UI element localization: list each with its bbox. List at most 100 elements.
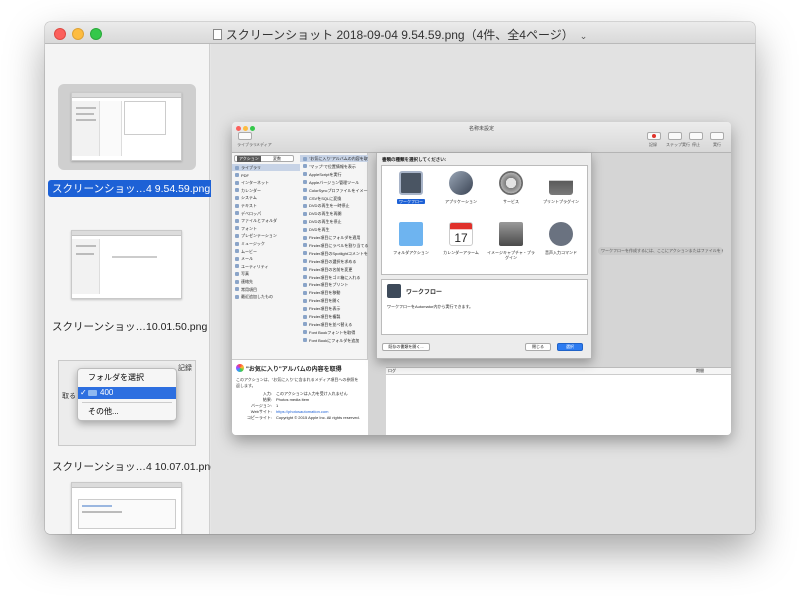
library-item: カレンダー [232,187,300,194]
action-item-label: Finder項目を表示 [309,306,341,312]
library-item-label: 常用項目 [241,286,257,292]
action-icon [303,227,307,232]
thumbnail-label-text: スクリーンショッ…4 10.07.01.png [52,461,217,473]
checkmark-icon: ✓ [80,388,87,397]
action-icon [303,219,307,224]
action-item-label: Finder項目を並べ替える [309,321,353,327]
tile-application: アプリケーション [436,168,486,218]
copyright-key: コピーライト: [246,415,272,420]
menu-item-400[interactable]: ✓ 400 [78,387,176,399]
title-bar[interactable]: スクリーンショット 2018-09-04 9.54.59.png（4件、全4ペー… [45,22,755,44]
category-icon [235,241,239,246]
library-item-label: PDF [241,172,249,178]
action-item: "お気に入り"アルバムの内容を取得 [300,155,368,162]
category-icon [235,294,239,299]
duration-header: 期間 [696,368,704,373]
action-item: Finder項目を移動 [300,289,368,296]
action-item-label: Font Bookフォントを取得 [309,329,356,335]
workflow-area: ワークフローを作成するには、ここにアクションまたはファイルをドラッグしてください… [368,153,731,435]
category-icon [235,211,239,216]
version-value: 1 [276,403,279,408]
window-title[interactable]: スクリーンショット 2018-09-04 9.54.59.png（4件、全4ペー… [45,26,755,43]
library-item-label: ユーティリティ [241,263,269,269]
action-icon [303,156,307,161]
menu-item-other[interactable]: その他... [78,406,176,418]
action-item: Finder項目を並べ替える [300,321,368,328]
tile-label: アプリケーション [445,199,477,204]
library-item: プレゼンテーション [232,232,300,239]
category-icon [235,218,239,223]
action-item-label: Finder項目をプリント [309,282,349,288]
action-item-label: Appleバージョン管理ツール [309,179,360,185]
action-icon [303,298,307,303]
thumbnail-label[interactable]: スクリーンショッ…4 9.54.59.png [48,180,215,197]
library-item-label: カレンダー [241,187,261,193]
library-item: システム [232,194,300,201]
tile-label: カレンダーアラーム [443,250,479,255]
library-item-label: ファイルとフォルダ [241,218,277,224]
action-icon [303,322,307,327]
folder-popup-menu[interactable]: フォルダを選択 ✓ 400 その他... [77,368,177,421]
action-item-label: Finder項目のSpotlightコメントを [309,250,368,256]
library-item-label: システム [241,195,257,201]
tile-folder-action: フォルダアクション [386,219,436,269]
library-item: ムービー [232,248,300,255]
action-icon [303,306,307,311]
library-item: ファイルとフォルダ [232,217,300,224]
segment-variables: 変数 [273,156,281,161]
library-item-label: 連絡先 [241,279,253,284]
tile-image-capture-plugin: イメージキャプチャ・プラグイン [486,219,536,269]
action-item-label: Finder項目を開く [309,298,341,304]
action-icon [303,188,307,193]
thumbnail-label[interactable]: スクリーンショッ…10.01.50.png [48,318,208,335]
camera-icon [499,222,523,246]
thumbnail-image[interactable] [71,230,182,299]
category-icon [235,279,239,284]
page-view[interactable]: 名称未設定 ライブラリ メディア 記録 ステップ実行 停止 実行 アクション 変… [211,44,755,534]
action-item-label: Finder項目の名前を変更 [309,266,353,272]
thumbnail-image[interactable]: 記録 取る フォルダを選択 ✓ 400 その他... [58,360,196,446]
thumbnail-sidebar[interactable]: スクリーンショッ…4 9.54.59.png スクリーンショッ…10.01.50… [45,44,216,534]
library-item-label: テキスト [241,203,257,208]
menu-item-choose-folder[interactable]: フォルダを選択 [78,372,176,384]
document-icon [212,29,222,40]
step-label: ステップ実行 [666,142,690,147]
side-label: 取る [62,393,76,400]
action-item-label: Finder項目をゴミ箱に入れる [309,274,361,280]
info-title: ワークフロー [406,290,443,296]
action-icon [303,282,307,287]
action-icon [303,243,307,248]
copyright-value: Copyright © 2015 Apple Inc. All rights r… [276,415,360,420]
record-label: 記録 [649,142,657,147]
library-item: 最近追加したもの [232,293,300,300]
action-icon [303,211,307,216]
automator-library-pane: アクション 変数 ライブラリ PDF インターネット カレンダー システム テキスト デベロ… [232,153,368,359]
library-item: 写真 [232,270,300,277]
chevron-down-icon[interactable]: ⌄ [580,31,588,42]
screenshot-automator: 名称未設定 ライブラリ メディア 記録 ステップ実行 停止 実行 アクション 変… [232,122,731,435]
category-icon [235,287,239,292]
category-icon [235,195,239,200]
library-item-label: 写真 [241,271,249,277]
action-item: Finder項目の選択を求める [300,258,368,265]
action-icon [303,314,307,319]
action-icon [303,338,307,343]
thumbnail-image[interactable] [71,482,182,534]
thumbnail-label[interactable]: スクリーンショッ…4 10.07.01.png [48,458,216,475]
action-icon [303,196,307,200]
info-body: ワークフローをAutomator内から実行できます。 [387,304,474,309]
window-title-text: スクリーンショット 2018-09-04 9.54.59.png（4件、全4ペー… [225,28,574,42]
tile-dictation-command: 音声入力コマンド [536,219,586,269]
action-item-label: "マップ"で位置情報を表示 [309,163,356,169]
thumbnail-label-text: スクリーンショッ…10.01.50.png [52,321,208,333]
category-icon [235,271,239,276]
library-item: インターネット [232,179,300,186]
library-item: PDF [232,172,300,179]
tile-workflow: ワークフロー [386,168,436,218]
library-item-label: メール [241,256,253,262]
category-icon [235,173,239,178]
stop-label: 停止 [692,142,700,147]
thumbnail-image[interactable] [71,92,182,161]
action-icon [303,275,307,279]
library-item: フォント [232,225,300,232]
